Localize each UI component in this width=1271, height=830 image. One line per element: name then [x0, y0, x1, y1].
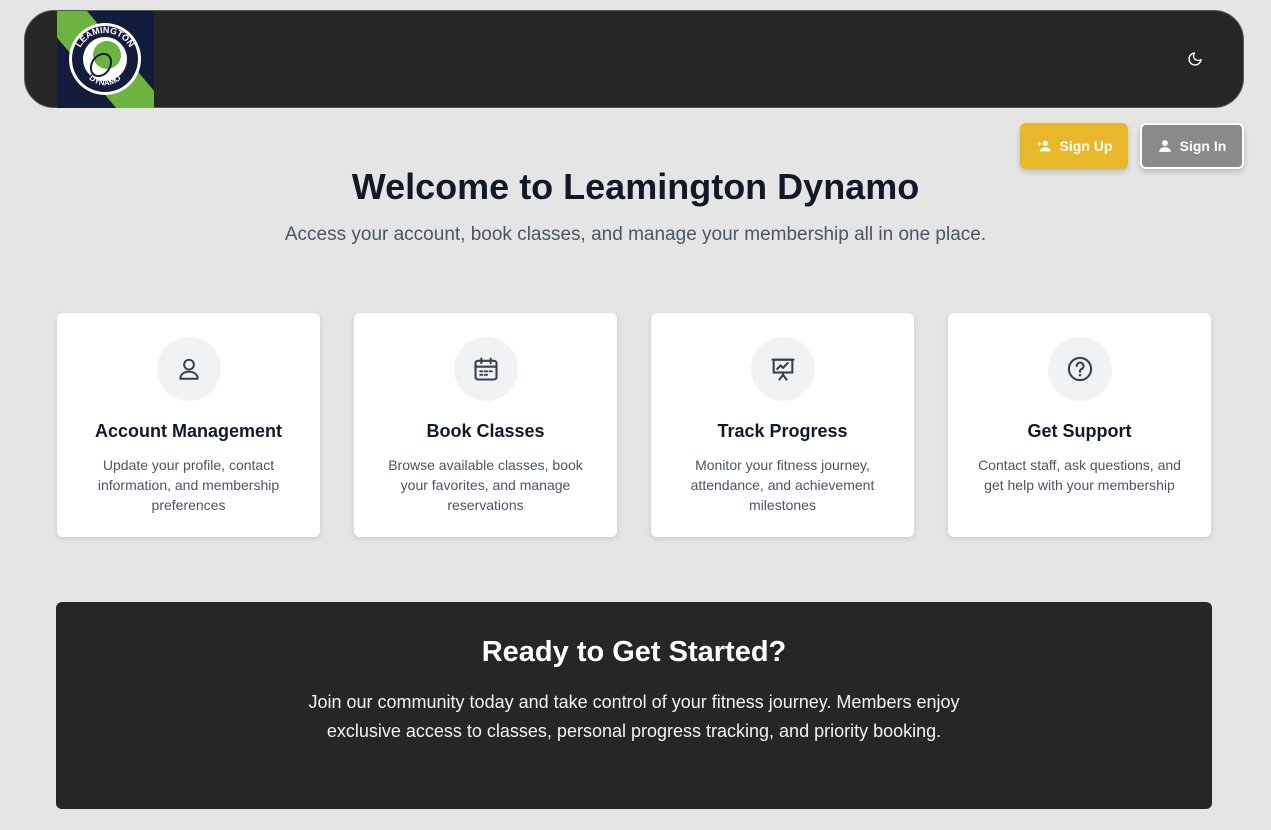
- svg-text:DYNAMO: DYNAMO: [88, 73, 123, 87]
- page-title: Welcome to Leamington Dynamo: [351, 166, 920, 207]
- theme-toggle-button[interactable]: [1185, 49, 1205, 69]
- cta-title: Ready to Get Started?: [481, 636, 787, 668]
- feature-description: Monitor your fitness journey, attendance…: [690, 457, 875, 513]
- cta-section: Ready to Get Started? Join our community…: [56, 602, 1212, 809]
- user-icon: [179, 358, 199, 380]
- calendar-icon: [474, 357, 498, 381]
- feature-icon-circle: [1048, 337, 1112, 401]
- feature-card-track-progress[interactable]: Track Progress Monitor your fitness jour…: [651, 313, 914, 537]
- feature-title: Track Progress: [717, 421, 848, 441]
- presentation-chart-icon: [771, 358, 795, 381]
- help-circle-icon: [1067, 356, 1093, 382]
- top-header: LEAMINGTON DYNAMO: [24, 10, 1244, 108]
- feature-card-book-classes[interactable]: Book Classes Browse available classes, b…: [354, 313, 617, 537]
- feature-description: Browse available classes, book your favo…: [388, 457, 583, 513]
- logo-text: LEAMINGTON DYNAMO: [74, 25, 137, 88]
- feature-description: Update your profile, contact information…: [97, 457, 280, 513]
- feature-title: Account Management: [94, 421, 283, 441]
- sign-in-button[interactable]: Sign In: [1140, 123, 1244, 169]
- feature-icon-circle: [454, 337, 518, 401]
- feature-card-account[interactable]: Account Management Update your profile, …: [57, 313, 320, 537]
- sign-up-label: Sign Up: [1059, 138, 1113, 154]
- cta-text: Join our community today and take contro…: [308, 692, 960, 741]
- svg-text:LEAMINGTON: LEAMINGTON: [74, 25, 137, 49]
- feature-icon-circle: [751, 337, 815, 401]
- user-plus-icon: [1036, 140, 1051, 152]
- moon-icon: [1188, 52, 1202, 66]
- logo[interactable]: LEAMINGTON DYNAMO: [57, 11, 154, 108]
- sign-up-button[interactable]: Sign Up: [1020, 123, 1128, 169]
- user-icon: [1158, 140, 1171, 152]
- sign-in-label: Sign In: [1179, 138, 1227, 154]
- feature-title: Book Classes: [426, 421, 545, 441]
- feature-card-get-support[interactable]: Get Support Contact staff, ask questions…: [948, 313, 1211, 537]
- feature-description: Contact staff, ask questions, and get he…: [978, 457, 1181, 493]
- feature-title: Get Support: [1027, 421, 1132, 441]
- feature-icon-circle: [157, 337, 221, 401]
- page-subtitle: Access your account, book classes, and m…: [284, 224, 987, 245]
